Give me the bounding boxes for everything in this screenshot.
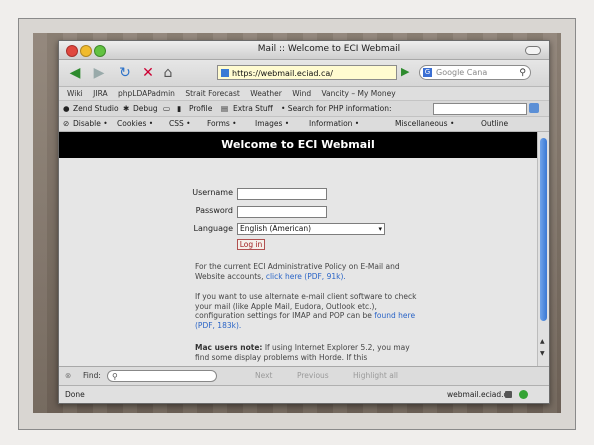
home-button[interactable]: ⌂: [159, 64, 177, 82]
bookmark-wind[interactable]: Wind: [292, 87, 311, 100]
go-button[interactable]: ▶: [401, 66, 413, 78]
profile-icon: ▮: [177, 104, 182, 113]
status-domain: webmail.eciad.ca: [447, 390, 513, 399]
status-bar: Done webmail.eciad.ca: [59, 385, 549, 403]
close-find-icon[interactable]: ⊗: [65, 367, 71, 385]
bookmark-weather[interactable]: Weather: [250, 87, 282, 100]
find-next-button[interactable]: Next: [255, 367, 272, 385]
scroll-up-icon[interactable]: ▲: [540, 338, 545, 345]
bookmarks-bar: Wiki JIRA phpLDAPadmin Strait Forecast W…: [59, 87, 549, 101]
stop-button[interactable]: ✕: [139, 64, 157, 82]
bookmark-phpldapadmin[interactable]: phpLDAPadmin: [118, 87, 175, 100]
forward-button[interactable]: ▶: [89, 64, 109, 82]
extra-stuff-button[interactable]: Extra Stuff: [233, 101, 273, 116]
php-search-input[interactable]: [433, 103, 527, 115]
reload-button[interactable]: ↻: [115, 64, 135, 82]
password-field[interactable]: [237, 206, 327, 218]
profile-button[interactable]: Profile: [189, 101, 212, 116]
images-menu[interactable]: Images •: [255, 117, 289, 131]
debug-icon: ✱: [123, 104, 130, 113]
mac-note-bold: Mac users note:: [195, 343, 263, 352]
search-placeholder: Google Cana: [436, 68, 488, 77]
google-icon: G: [423, 68, 432, 77]
web-developer-toolbar: ⊘ Disable • Cookies • CSS • Forms • Imag…: [59, 117, 549, 132]
find-previous-button[interactable]: Previous: [297, 367, 329, 385]
page-content: Welcome to ECI Webmail Username Password…: [59, 132, 537, 366]
find-bar: ⊗ Find: ⚲ Next Previous Highlight all: [59, 366, 549, 385]
policy-paragraph: For the current ECI Administrative Polic…: [195, 262, 425, 281]
title-bar: Mail :: Welcome to ECI Webmail: [59, 41, 549, 60]
find-search-icon: ⚲: [112, 372, 118, 381]
php-search-dropdown[interactable]: [529, 103, 539, 113]
window-title: Mail :: Welcome to ECI Webmail: [257, 44, 401, 54]
client-paragraph: If you want to use alternate e-mail clie…: [195, 292, 425, 330]
disable-icon: ⊘: [63, 119, 70, 128]
status-ok-icon: [519, 390, 528, 399]
php-search-label: • Search for PHP information:: [281, 104, 392, 113]
mac-note-paragraph: Mac users note: If using Internet Explor…: [195, 343, 425, 362]
chevron-down-icon: ▾: [378, 225, 382, 233]
page-title: Welcome to ECI Webmail: [59, 132, 537, 158]
password-label: Password: [195, 206, 233, 215]
toolbar-toggle-icon[interactable]: [525, 46, 541, 55]
zend-toolbar: ● Zend Studio ✱ Debug ▭ ▮ Profile ▤ Extr…: [59, 101, 549, 117]
scrollbar-thumb[interactable]: [540, 138, 547, 321]
forms-menu[interactable]: Forms •: [207, 117, 237, 131]
monitor-icon[interactable]: ▭: [163, 101, 170, 116]
language-select[interactable]: English (American) ▾: [237, 223, 385, 235]
bookmark-wiki[interactable]: Wiki: [67, 87, 83, 100]
find-input[interactable]: ⚲: [107, 370, 217, 382]
zend-icon: ●: [63, 104, 70, 113]
site-icon: [221, 69, 229, 77]
bookmark-strait-forecast[interactable]: Strait Forecast: [185, 87, 240, 100]
bookmark-jira[interactable]: JIRA: [93, 87, 107, 100]
address-bar[interactable]: https://webmail.eciad.ca/: [217, 65, 397, 80]
username-field[interactable]: [237, 188, 327, 200]
lock-icon[interactable]: [505, 391, 512, 398]
zoom-window-icon[interactable]: [94, 45, 106, 57]
outline-menu[interactable]: Outline: [481, 117, 508, 131]
information-menu[interactable]: Information •: [309, 117, 359, 131]
language-value: English (American): [240, 224, 312, 233]
css-menu[interactable]: CSS •: [169, 117, 191, 131]
extra-stuff-icon: ▤: [221, 104, 229, 113]
policy-link[interactable]: click here (PDF, 91k).: [266, 272, 346, 281]
minimize-window-icon[interactable]: [80, 45, 92, 57]
address-url: https://webmail.eciad.ca/: [232, 69, 333, 78]
navigation-toolbar: ◀ ▶ ↻ ✕ ⌂ https://webmail.eciad.ca/ ▶ G …: [59, 60, 549, 87]
username-label: Username: [192, 188, 233, 197]
scroll-down-icon[interactable]: ▼: [540, 350, 545, 357]
cookies-menu[interactable]: Cookies •: [117, 117, 153, 131]
vertical-scrollbar[interactable]: ▲ ▼: [537, 132, 549, 366]
status-text: Done: [65, 390, 85, 399]
browser-window: Mail :: Welcome to ECI Webmail ◀ ▶ ↻ ✕ ⌂…: [58, 40, 550, 404]
search-input[interactable]: G Google Cana ⚲: [419, 65, 531, 80]
search-icon[interactable]: ⚲: [519, 67, 526, 79]
back-button[interactable]: ◀: [65, 64, 85, 82]
highlight-all-button[interactable]: Highlight all: [353, 367, 398, 385]
disable-menu[interactable]: Disable •: [73, 117, 108, 131]
language-label: Language: [193, 224, 233, 233]
miscellaneous-menu[interactable]: Miscellaneous •: [395, 117, 454, 131]
debug-button[interactable]: Debug: [133, 101, 158, 116]
bookmark-vancity[interactable]: Vancity – My Money: [321, 87, 395, 100]
zend-studio-button[interactable]: Zend Studio: [73, 101, 119, 116]
find-label: Find:: [83, 371, 101, 380]
login-button[interactable]: Log in: [237, 239, 265, 250]
close-window-icon[interactable]: [66, 45, 78, 57]
